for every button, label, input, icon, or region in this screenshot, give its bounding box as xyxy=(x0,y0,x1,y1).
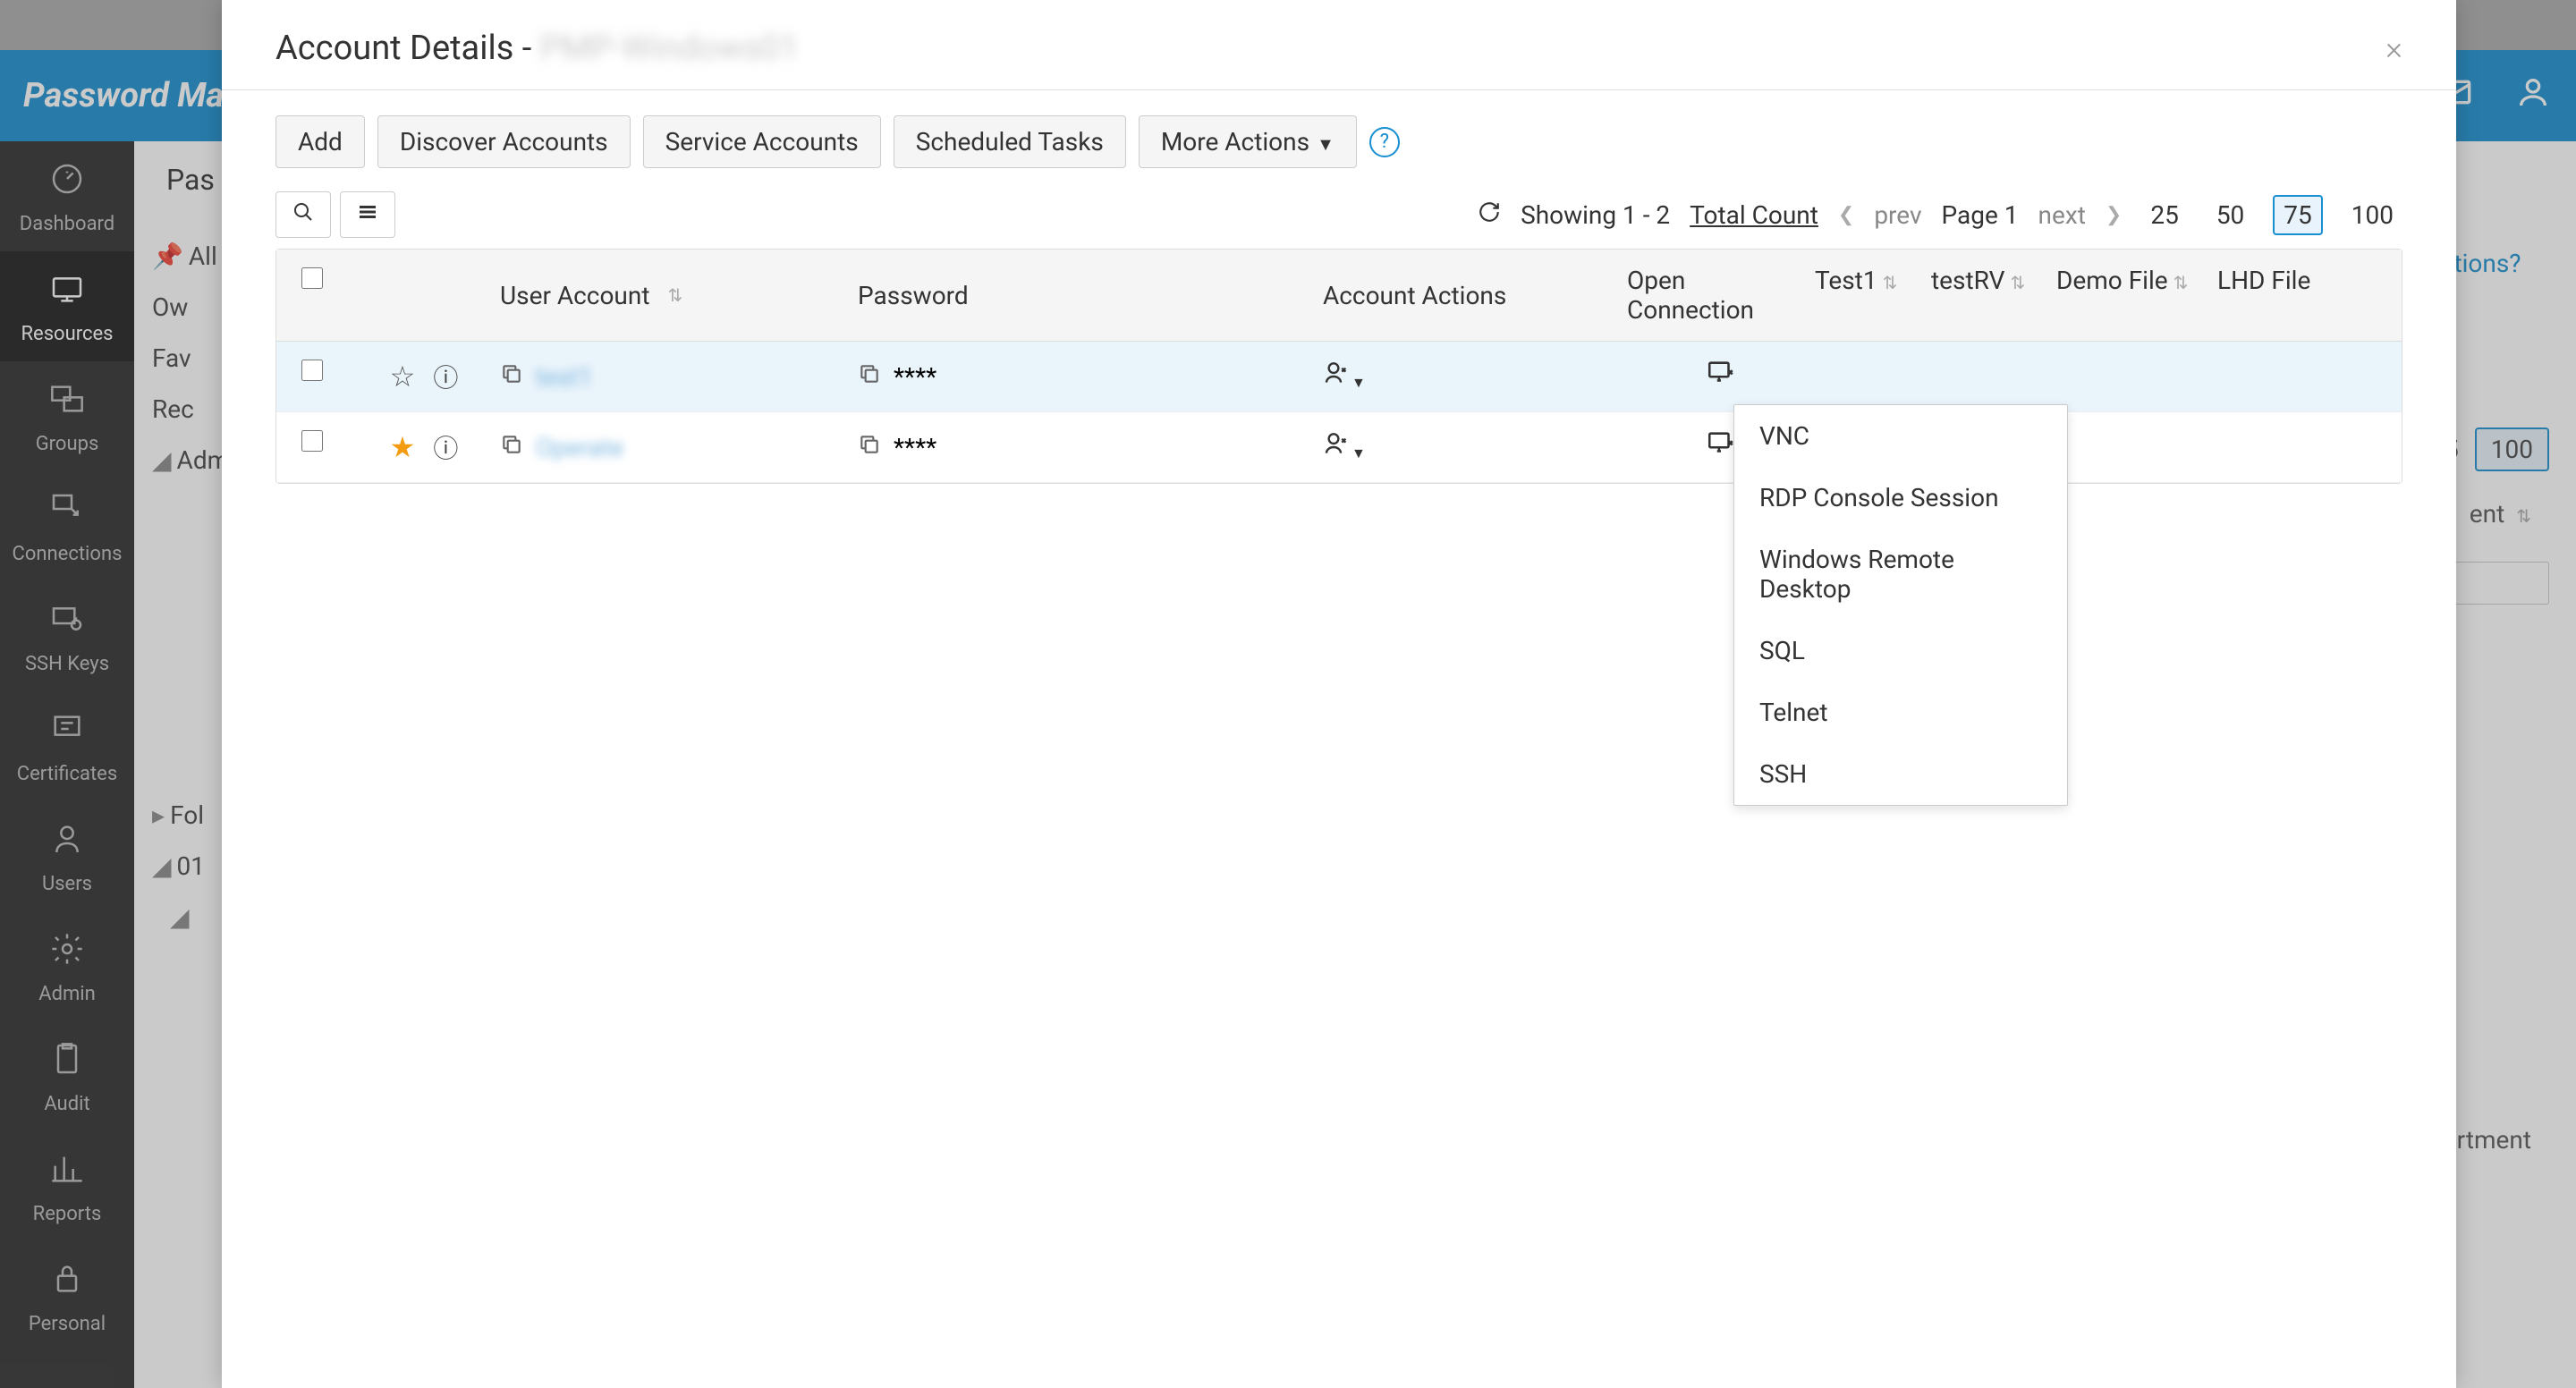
connection-dropdown: VNC RDP Console Session Windows Remote D… xyxy=(1733,404,2068,806)
star-icon[interactable]: ☆ xyxy=(390,360,416,394)
info-icon[interactable]: ⓘ xyxy=(433,429,458,465)
more-actions-button[interactable]: More Actions▼ xyxy=(1139,115,1357,168)
next-button[interactable]: next xyxy=(2038,200,2086,230)
row-checkbox[interactable] xyxy=(301,360,323,381)
open-connection-icon[interactable] xyxy=(1706,358,1736,395)
sort-icon: ⇅ xyxy=(2010,272,2025,293)
service-button[interactable]: Service Accounts xyxy=(643,115,881,168)
copy-icon[interactable] xyxy=(500,362,523,392)
page-label: Page 1 xyxy=(1942,200,2019,230)
col-demo[interactable]: Demo File xyxy=(2056,266,2168,295)
page-size-25[interactable]: 25 xyxy=(2141,197,2187,233)
add-button[interactable]: Add xyxy=(275,115,365,168)
copy-icon[interactable] xyxy=(858,433,881,462)
account-details-modal: Account Details - PMP-Windows01 × Add Di… xyxy=(222,0,2456,1388)
col-testrv[interactable]: testRV xyxy=(1931,266,2004,295)
refresh-icon[interactable] xyxy=(1478,200,1501,230)
col-open: Open Connection xyxy=(1627,266,1815,325)
dropdown-item-sql[interactable]: SQL xyxy=(1734,620,2067,681)
dropdown-item-vnc[interactable]: VNC xyxy=(1734,405,2067,467)
page-size-50[interactable]: 50 xyxy=(2207,197,2253,233)
sort-icon: ⇅ xyxy=(668,284,683,306)
account-action-icon[interactable]: ▼ xyxy=(1323,359,1366,394)
user-account-value[interactable]: test1 xyxy=(536,362,592,392)
row-checkbox[interactable] xyxy=(301,430,323,452)
accounts-table: User Account ⇅ Password Account Actions O… xyxy=(275,249,2402,484)
search-button[interactable] xyxy=(275,191,331,238)
columns-button[interactable] xyxy=(340,191,395,238)
chevron-right-icon: ❯ xyxy=(2106,204,2122,226)
showing-label: Showing 1 - 2 xyxy=(1521,200,1670,230)
select-all-checkbox[interactable] xyxy=(301,267,323,289)
table-row: ★ ⓘ Operate **** ▼ xyxy=(276,412,2402,483)
copy-icon[interactable] xyxy=(858,362,881,392)
chevron-left-icon: ❮ xyxy=(1838,204,1854,226)
col-actions: Account Actions xyxy=(1323,281,1506,310)
dropdown-item-ssh[interactable]: SSH xyxy=(1734,743,2067,805)
prev-button[interactable]: prev xyxy=(1874,200,1921,230)
page-size-75[interactable]: 75 xyxy=(2273,195,2322,235)
discover-button[interactable]: Discover Accounts xyxy=(377,115,631,168)
open-connection-icon[interactable] xyxy=(1706,428,1736,466)
pager: Showing 1 - 2 Total Count ❮ prev Page 1 … xyxy=(1478,195,2402,235)
star-icon[interactable]: ★ xyxy=(390,430,416,464)
col-password: Password xyxy=(858,281,969,310)
table-controls: Showing 1 - 2 Total Count ❮ prev Page 1 … xyxy=(222,182,2456,249)
sort-icon: ⇅ xyxy=(2174,272,2189,293)
table-row: ☆ ⓘ test1 **** ▼ xyxy=(276,342,2402,412)
page-size-100[interactable]: 100 xyxy=(2343,197,2402,233)
copy-icon[interactable] xyxy=(500,433,523,462)
password-mask[interactable]: **** xyxy=(894,433,936,462)
dropdown-item-rdp[interactable]: RDP Console Session xyxy=(1734,467,2067,529)
col-lhd: LHD File xyxy=(2217,266,2310,295)
table-header: User Account ⇅ Password Account Actions O… xyxy=(276,250,2402,342)
info-icon[interactable]: ⓘ xyxy=(433,359,458,394)
dropdown-item-telnet[interactable]: Telnet xyxy=(1734,681,2067,743)
modal-toolbar: Add Discover Accounts Service Accounts S… xyxy=(222,90,2456,182)
dropdown-item-wrd[interactable]: Windows Remote Desktop xyxy=(1734,529,2067,620)
sort-icon: ⇅ xyxy=(1883,272,1898,293)
modal-title: Account Details - PMP-Windows01 xyxy=(275,29,799,68)
col-test1[interactable]: Test1 xyxy=(1815,266,1877,295)
scheduled-button[interactable]: Scheduled Tasks xyxy=(894,115,1126,168)
account-action-icon[interactable]: ▼ xyxy=(1323,429,1366,465)
password-mask[interactable]: **** xyxy=(894,362,936,392)
user-account-value[interactable]: Operate xyxy=(536,433,623,462)
col-user[interactable]: User Account xyxy=(500,281,650,310)
total-count-link[interactable]: Total Count xyxy=(1690,200,1818,230)
help-icon[interactable]: ? xyxy=(1369,127,1400,157)
close-icon[interactable]: × xyxy=(2385,30,2402,67)
chevron-down-icon: ▼ xyxy=(1317,133,1335,155)
